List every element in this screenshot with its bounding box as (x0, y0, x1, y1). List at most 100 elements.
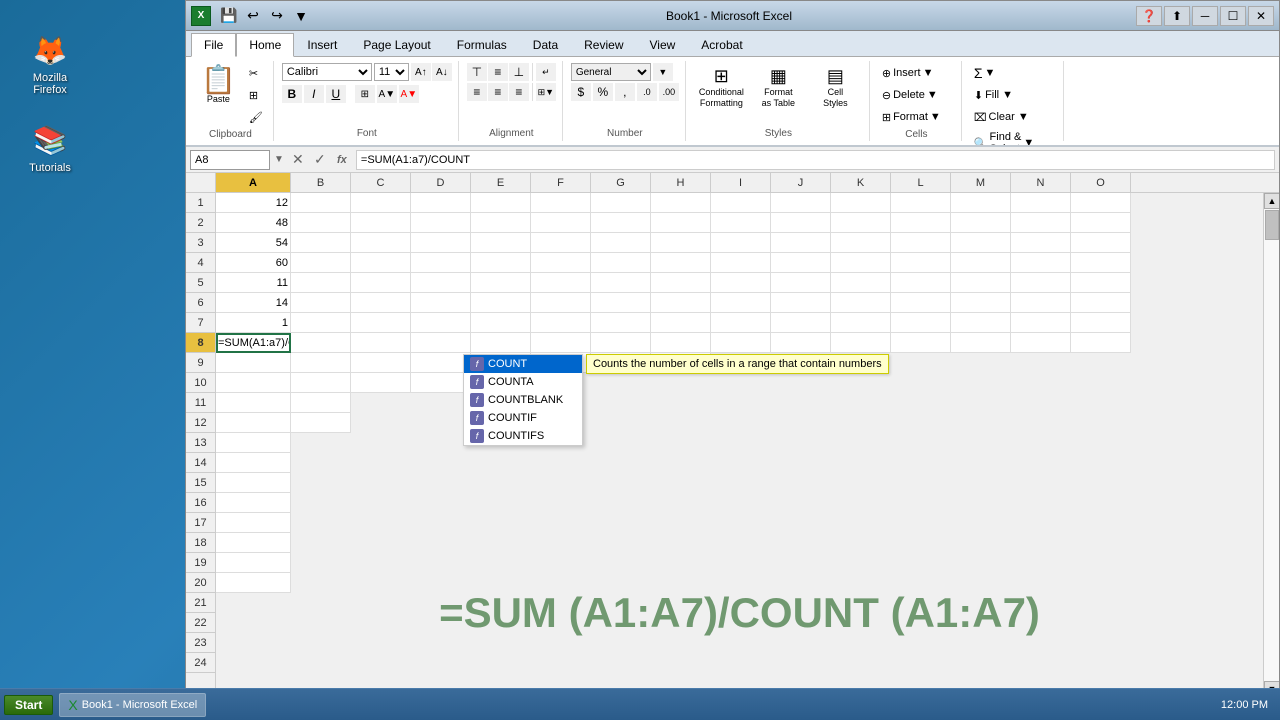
cell-B2[interactable] (291, 213, 351, 233)
cell-A17[interactable] (216, 513, 291, 533)
cell-C1[interactable] (351, 193, 411, 213)
col-header-H[interactable]: H (651, 173, 711, 192)
cell-N3[interactable] (1011, 233, 1071, 253)
cell-A2[interactable]: 48 (216, 213, 291, 233)
cell-A13[interactable] (216, 433, 291, 453)
scroll-track[interactable] (1264, 209, 1279, 681)
cell-G5[interactable] (591, 273, 651, 293)
cell-L1[interactable] (891, 193, 951, 213)
cell-E1[interactable] (471, 193, 531, 213)
col-header-L[interactable]: L (891, 173, 951, 192)
cell-N5[interactable] (1011, 273, 1071, 293)
border-btn[interactable]: ⊞ (355, 85, 375, 103)
cell-J5[interactable] (771, 273, 831, 293)
cell-B1[interactable] (291, 193, 351, 213)
cell-F6[interactable] (531, 293, 591, 313)
copy-button[interactable]: ⊞ (245, 85, 267, 105)
cell-M1[interactable] (951, 193, 1011, 213)
italic-btn[interactable]: I (304, 85, 324, 103)
tab-file[interactable]: File (191, 33, 236, 57)
cell-L4[interactable] (891, 253, 951, 273)
ac-item-countifs[interactable]: f COUNTIFS (464, 427, 582, 445)
close-btn[interactable]: ✕ (1248, 6, 1274, 26)
cell-G6[interactable] (591, 293, 651, 313)
cell-B5[interactable] (291, 273, 351, 293)
undo-btn[interactable]: ↩ (242, 5, 264, 27)
cell-N6[interactable] (1011, 293, 1071, 313)
cell-J1[interactable] (771, 193, 831, 213)
cancel-formula-btn[interactable]: ✕ (288, 150, 308, 170)
cell-N2[interactable] (1011, 213, 1071, 233)
cell-C2[interactable] (351, 213, 411, 233)
row-hdr-13[interactable]: 13 (186, 433, 215, 453)
row-hdr-15[interactable]: 15 (186, 473, 215, 493)
row-hdr-20[interactable]: 20 (186, 573, 215, 593)
tab-home[interactable]: Home (236, 33, 294, 57)
cell-A10[interactable] (216, 373, 291, 393)
scroll-up-btn[interactable]: ▲ (1264, 193, 1279, 209)
col-header-B[interactable]: B (291, 173, 351, 192)
quick-access-more[interactable]: ▼ (290, 5, 312, 27)
fill-btn[interactable]: ⬇ Fill ▼ (970, 85, 1017, 105)
cell-G8[interactable] (591, 333, 651, 353)
ac-item-count[interactable]: f COUNT (464, 355, 582, 373)
cell-E5[interactable] (471, 273, 531, 293)
cell-A14[interactable] (216, 453, 291, 473)
cell-C3[interactable] (351, 233, 411, 253)
align-center-btn[interactable]: ≡ (488, 83, 508, 101)
confirm-formula-btn[interactable]: ✓ (310, 150, 330, 170)
cell-H4[interactable] (651, 253, 711, 273)
font-shrink-btn[interactable]: A↓ (432, 63, 452, 81)
cell-E8[interactable] (471, 333, 531, 353)
cell-O6[interactable] (1071, 293, 1131, 313)
row-hdr-16[interactable]: 16 (186, 493, 215, 513)
scroll-thumb[interactable] (1265, 210, 1279, 240)
help-btn[interactable]: ❓ (1136, 6, 1162, 26)
tab-data[interactable]: Data (520, 33, 571, 56)
cell-B7[interactable] (291, 313, 351, 333)
increase-decimal-btn[interactable]: .0 (637, 83, 657, 101)
start-button[interactable]: Start (4, 695, 53, 715)
ac-item-counta[interactable]: f COUNTA (464, 373, 582, 391)
autosum-btn[interactable]: Σ ▼ (970, 63, 1000, 83)
cell-A5[interactable]: 11 (216, 273, 291, 293)
tab-formulas[interactable]: Formulas (444, 33, 520, 56)
cell-G2[interactable] (591, 213, 651, 233)
cell-N7[interactable] (1011, 313, 1071, 333)
cell-D5[interactable] (411, 273, 471, 293)
col-header-N[interactable]: N (1011, 173, 1071, 192)
tab-acrobat[interactable]: Acrobat (688, 33, 755, 56)
cell-F2[interactable] (531, 213, 591, 233)
cell-J7[interactable] (771, 313, 831, 333)
cell-M4[interactable] (951, 253, 1011, 273)
comma-btn[interactable]: , (615, 83, 635, 101)
cell-A3[interactable]: 54 (216, 233, 291, 253)
cell-L5[interactable] (891, 273, 951, 293)
cell-E4[interactable] (471, 253, 531, 273)
cell-B3[interactable] (291, 233, 351, 253)
decrease-decimal-btn[interactable]: .00 (659, 83, 679, 101)
cell-B12[interactable] (291, 413, 351, 433)
row-hdr-7[interactable]: 7 (186, 313, 215, 333)
wrap-text-btn[interactable]: ↵ (536, 63, 556, 81)
font-size-select[interactable]: 11 (374, 63, 409, 81)
cell-K2[interactable] (831, 213, 891, 233)
cell-I4[interactable] (711, 253, 771, 273)
minimize-btn[interactable]: ─ (1192, 6, 1218, 26)
col-header-G[interactable]: G (591, 173, 651, 192)
cell-D7[interactable] (411, 313, 471, 333)
cell-J2[interactable] (771, 213, 831, 233)
percent-btn[interactable]: % (593, 83, 613, 101)
cell-D6[interactable] (411, 293, 471, 313)
col-header-A[interactable]: A (216, 173, 291, 192)
col-header-K[interactable]: K (831, 173, 891, 192)
cell-K5[interactable] (831, 273, 891, 293)
cell-K4[interactable] (831, 253, 891, 273)
cell-H5[interactable] (651, 273, 711, 293)
name-box[interactable]: A8 (190, 150, 270, 170)
cell-L6[interactable] (891, 293, 951, 313)
clear-btn[interactable]: ⌧ Clear ▼ (970, 107, 1033, 127)
align-left-btn[interactable]: ≡ (467, 83, 487, 101)
cell-A8[interactable]: =SUM(A1:a7)/COUNT (216, 333, 291, 353)
row-hdr-18[interactable]: 18 (186, 533, 215, 553)
